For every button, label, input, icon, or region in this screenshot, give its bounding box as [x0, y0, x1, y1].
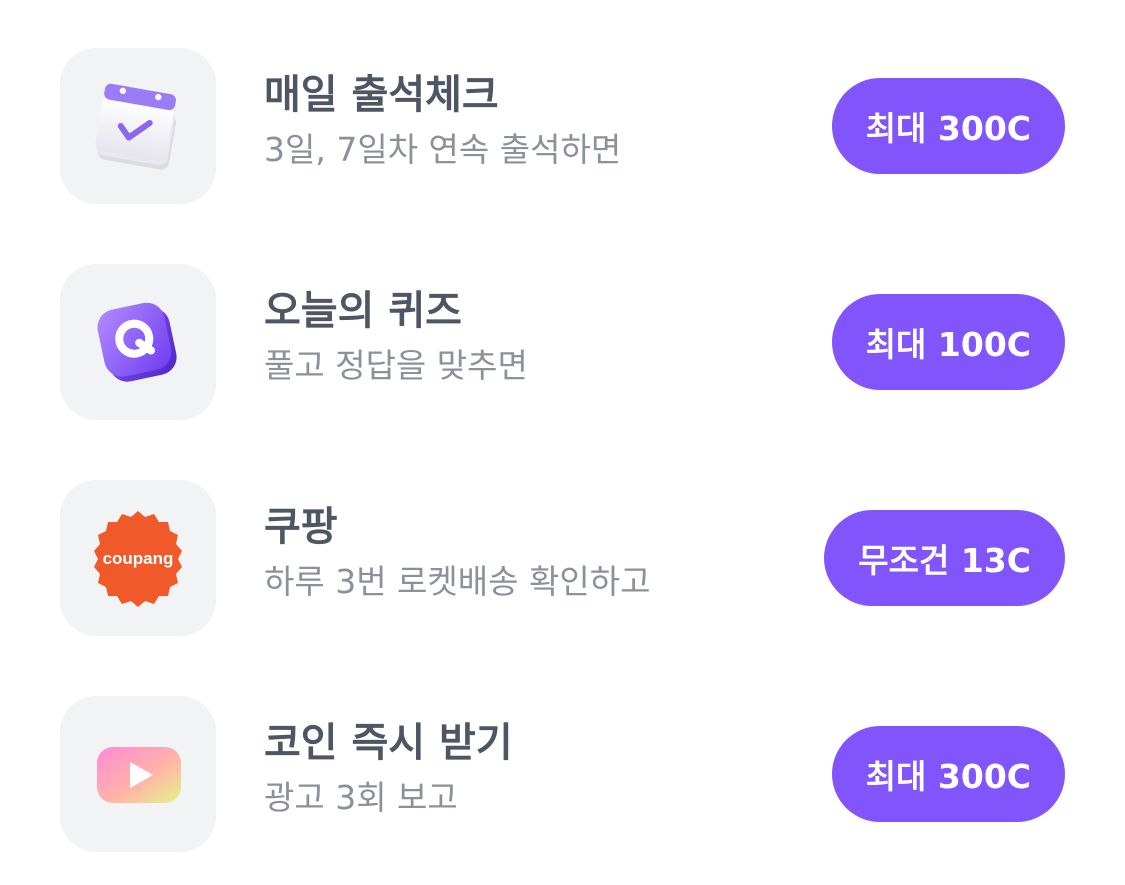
reward-button[interactable]: 최대 300C	[831, 78, 1065, 174]
item-title: 쿠팡	[264, 504, 338, 550]
play-video-icon	[97, 747, 181, 803]
list-item-quiz[interactable]: 오늘의 퀴즈 풀고 정답을 맞추면 최대 100C	[0, 264, 1125, 424]
list-item-attendance[interactable]: 매일 출석체크 3일, 7일차 연속 출석하면 최대 300C	[0, 48, 1125, 208]
icon-tile: coupang	[60, 480, 216, 636]
item-subtitle: 광고 3회 보고	[264, 778, 458, 817]
list-item-instant-coin[interactable]: 코인 즉시 받기 광고 3회 보고 최대 300C	[0, 696, 1125, 856]
icon-tile	[60, 48, 216, 204]
reward-button[interactable]: 최대 100C	[831, 294, 1065, 390]
coupang-logo: coupang	[94, 511, 182, 607]
item-title: 코인 즉시 받기	[264, 720, 513, 766]
reward-button[interactable]: 무조건 13C	[824, 510, 1065, 606]
icon-tile	[60, 696, 216, 852]
quiz-q-icon	[97, 302, 177, 382]
item-title: 매일 출석체크	[264, 72, 499, 118]
list-item-coupang[interactable]: coupang 쿠팡 하루 3번 로켓배송 확인하고 무조건 13C	[0, 480, 1125, 640]
reward-button[interactable]: 최대 300C	[831, 726, 1065, 822]
coupang-logo-text: coupang	[103, 549, 174, 568]
item-subtitle: 풀고 정답을 맞추면	[264, 346, 528, 385]
reward-list: 매일 출석체크 3일, 7일차 연속 출석하면 최대 300C 오늘의 퀴즈 풀…	[0, 0, 1125, 885]
calendar-check-icon	[95, 83, 177, 170]
item-subtitle: 하루 3번 로켓배송 확인하고	[264, 562, 651, 601]
item-subtitle: 3일, 7일차 연속 출석하면	[264, 130, 622, 169]
icon-tile	[60, 264, 216, 420]
item-title: 오늘의 퀴즈	[264, 288, 462, 334]
